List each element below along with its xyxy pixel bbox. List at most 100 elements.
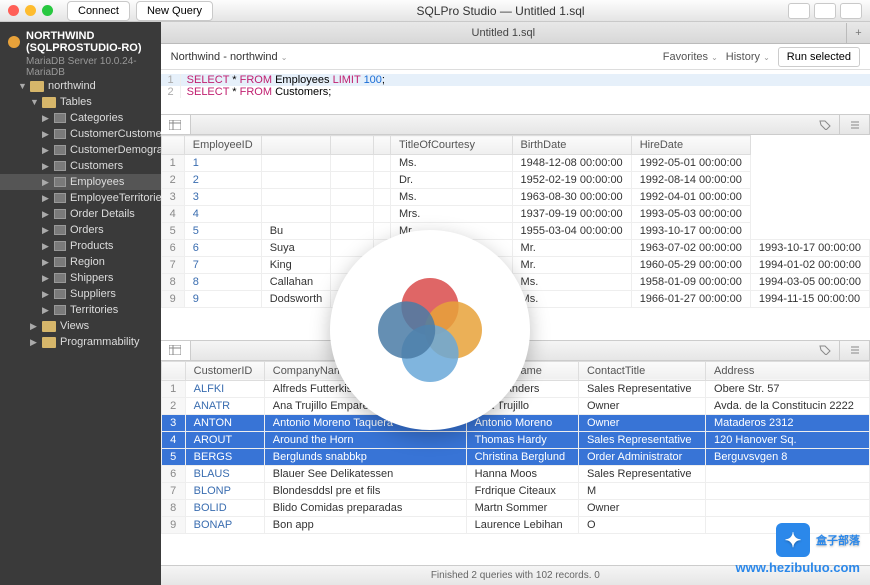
table-icon [54,257,66,267]
app-logo-overlay [330,230,530,430]
table-row[interactable]: 9BONAPBon appLaurence LebihanO [161,516,869,533]
table-node[interactable]: ▶Order Details [0,206,161,222]
column-header[interactable]: EmployeeID [184,136,261,155]
chevron-down-icon: ⌄ [281,53,288,62]
column-header[interactable]: HireDate [631,136,750,155]
programmability-folder[interactable]: ▶Programmability [0,334,161,350]
server-node[interactable]: NORTHWIND (SQLPROSTUDIO-RO) [0,26,161,58]
table-icon [54,145,66,155]
table-row[interactable]: 66SuyaentativeMr.1963-07-02 00:00:001993… [161,240,869,257]
table-icon [54,129,66,139]
result-tabs-1 [161,115,870,135]
column-header[interactable] [331,136,374,155]
result-grid-2[interactable]: CustomerIDCompanyNameContactNameContactT… [161,361,870,566]
panel-left-icon[interactable] [788,3,810,19]
table-row[interactable]: 11Ms.1948-12-08 00:00:001992-05-01 00:00… [161,155,869,172]
table-node[interactable]: ▶Employees [0,174,161,190]
folder-icon [30,81,44,92]
sidebar: NORTHWIND (SQLPROSTUDIO-RO) MariaDB Serv… [0,22,161,585]
window-controls [8,5,53,16]
table-row[interactable]: 8BOLIDBlido Comidas preparadasMartn Somm… [161,499,869,516]
column-header[interactable] [261,136,331,155]
table-row[interactable]: 5BERGSBerglunds snabbkpChristina Berglun… [161,448,869,465]
column-header[interactable] [373,136,390,155]
server-icon [8,36,20,48]
close-icon[interactable] [8,5,19,16]
table-node[interactable]: ▶Region [0,254,161,270]
add-tab-button[interactable]: + [846,23,870,43]
table-icon [54,113,66,123]
column-header[interactable]: TitleOfCourtesy [390,136,512,155]
folder-icon [42,337,56,348]
document-tabs: Untitled 1.sql + [161,22,870,44]
table-icon [54,289,66,299]
result-tag-icon[interactable] [810,115,840,134]
column-header[interactable]: ContactTitle [578,361,705,380]
tables-folder[interactable]: ▼Tables [0,94,161,110]
table-row[interactable]: 6BLAUSBlauer See DelikatessenHanna MoosS… [161,465,869,482]
panel-right-icon[interactable] [840,3,862,19]
column-header[interactable]: BirthDate [512,136,631,155]
table-node[interactable]: ▶Orders [0,222,161,238]
result-tag-icon[interactable] [810,341,840,360]
connect-button[interactable]: Connect [67,1,130,21]
run-selected-button[interactable]: Run selected [778,47,860,67]
table-row[interactable]: 4AROUTAround the HornThomas HardySales R… [161,431,869,448]
tab-untitled[interactable]: Untitled 1.sql [161,23,846,43]
table-node[interactable]: ▶Shippers [0,270,161,286]
folder-icon [42,97,56,108]
table-node[interactable]: ▶Categories [0,110,161,126]
history-menu[interactable]: History ⌄ [726,51,770,63]
table-icon [54,305,66,315]
watermark-icon: ✦ [776,523,810,557]
column-header[interactable]: Address [706,361,870,380]
column-header[interactable] [161,136,184,155]
table-icon [54,193,66,203]
table-row[interactable]: 33Ms.1963-08-30 00:00:001992-04-01 00:00… [161,189,869,206]
table-icon [54,177,66,187]
titlebar: Connect New Query SQLPro Studio — Untitl… [0,0,870,22]
views-folder[interactable]: ▶Views [0,318,161,334]
column-header[interactable] [161,361,185,380]
table-icon [54,273,66,283]
watermark-badge: ✦ 盒子部落 [776,523,860,557]
panel-bottom-icon[interactable] [814,3,836,19]
zoom-icon[interactable] [42,5,53,16]
folder-icon [42,321,56,332]
table-node[interactable]: ▶CustomerCustomerDemo [0,126,161,142]
server-name: NORTHWIND (SQLPROSTUDIO-RO) [26,30,153,54]
result-grid-icon[interactable] [161,341,191,360]
favorites-menu[interactable]: Favorites ⌄ [663,51,718,63]
table-node[interactable]: ▶CustomerDemographics [0,142,161,158]
table-icon [54,209,66,219]
database-selector[interactable]: Northwind - northwind ⌄ [171,51,288,63]
table-row[interactable]: 2ANATRAna Trujillo Emparedados y helados… [161,397,869,414]
column-header[interactable]: CustomerID [185,361,264,380]
result-menu-icon[interactable] [840,115,870,134]
table-node[interactable]: ▶EmployeeTerritories [0,190,161,206]
new-query-button[interactable]: New Query [136,1,213,21]
table-row[interactable]: 1ALFKIAlfreds FutterkisteMaria AndersSal… [161,380,869,397]
table-row[interactable]: 3ANTONAntonio Moreno TaqueraAntonio More… [161,414,869,431]
table-row[interactable]: 7BLONPBlondesddsl pre et filsFrdrique Ci… [161,482,869,499]
table-icon [54,161,66,171]
query-toolbar: Northwind - northwind ⌄ Favorites ⌄ Hist… [161,44,870,70]
result-menu-icon[interactable] [840,341,870,360]
table-row[interactable]: 77KingentativeMr.1960-05-29 00:00:001994… [161,257,869,274]
table-row[interactable]: 55BuMr.1955-03-04 00:00:001993-10-17 00:… [161,223,869,240]
table-node[interactable]: ▶Products [0,238,161,254]
database-node[interactable]: ▼northwind [0,78,161,94]
minimize-icon[interactable] [25,5,36,16]
table-node[interactable]: ▶Territories [0,302,161,318]
table-row[interactable]: 44Mrs.1937-09-19 00:00:001993-05-03 00:0… [161,206,869,223]
window-title: SQLPro Studio — Untitled 1.sql [213,4,788,18]
table-icon [54,225,66,235]
result-grid-icon[interactable] [161,115,191,134]
table-node[interactable]: ▶Customers [0,158,161,174]
server-version: MariaDB Server 10.0.24-MariaDB [0,56,161,78]
table-row[interactable]: 22Dr.1952-02-19 00:00:001992-08-14 00:00… [161,172,869,189]
sql-editor[interactable]: 1SELECT * FROM Employees LIMIT 100; 2SEL… [161,70,870,114]
table-node[interactable]: ▶Suppliers [0,286,161,302]
table-icon [54,241,66,251]
watermark-url: www.hezibuluo.com [736,560,860,575]
